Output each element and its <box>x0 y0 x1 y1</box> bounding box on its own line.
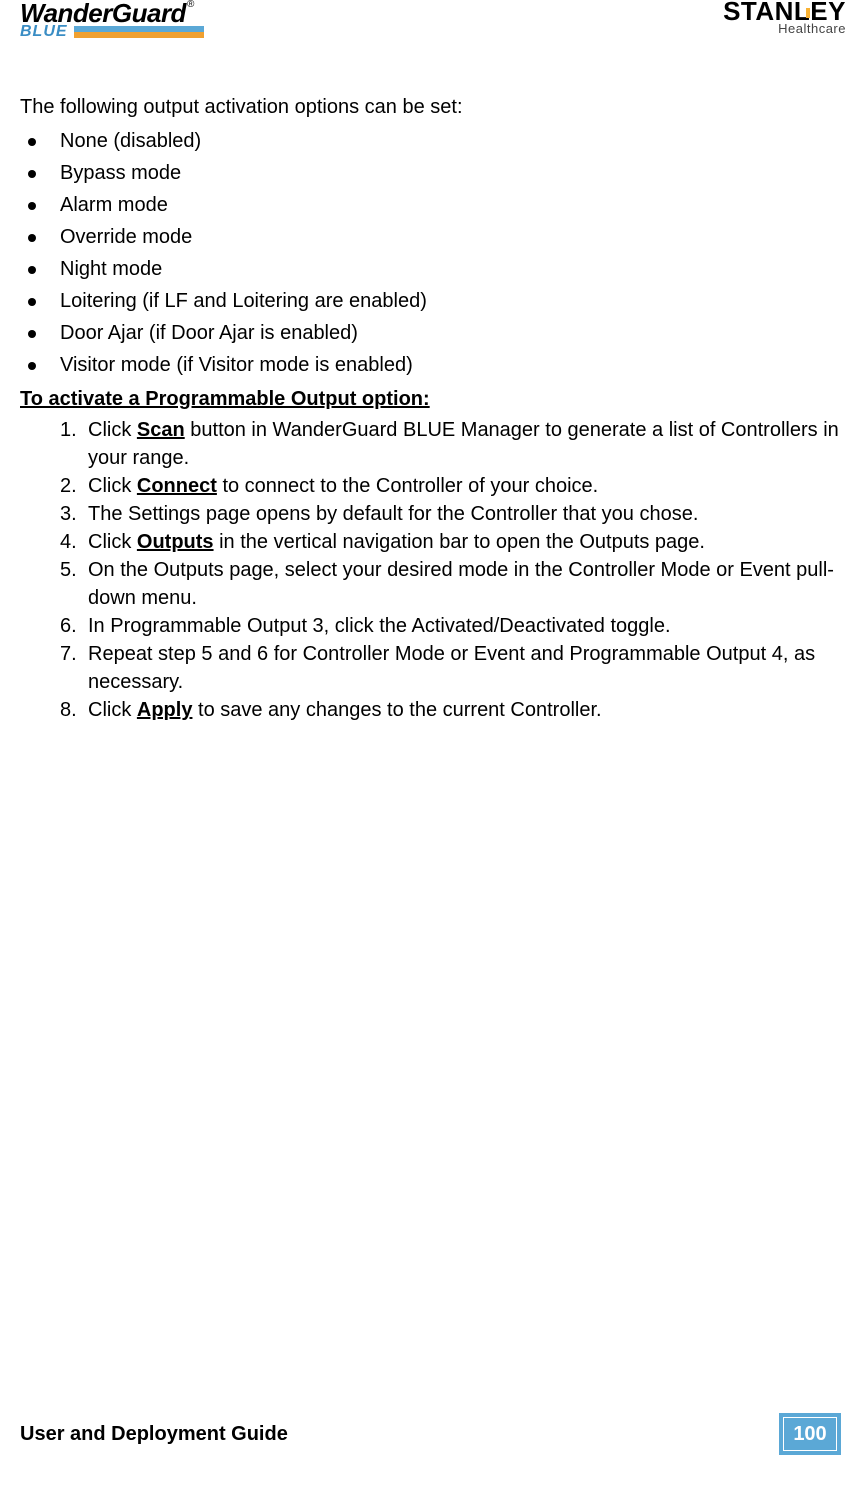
step-post: to save any changes to the current Contr… <box>192 699 601 721</box>
page-content: The following output activation options … <box>0 56 861 724</box>
intro-text: The following output activation options … <box>20 92 841 122</box>
step-item: Click Scan button in WanderGuard BLUE Ma… <box>60 416 841 472</box>
footer-title: User and Deployment Guide <box>20 1423 288 1446</box>
logo-stanley-healthcare: STANLEY Healthcare <box>723 0 846 35</box>
list-item: Loitering (if LF and Loitering are enabl… <box>20 286 841 316</box>
bullet-icon <box>28 330 36 338</box>
page-footer: User and Deployment Guide 100 <box>20 1413 841 1455</box>
list-item-label: None (disabled) <box>60 126 201 156</box>
list-item: Visitor mode (if Visitor mode is enabled… <box>20 350 841 380</box>
logo-notch-icon <box>806 8 810 18</box>
bullet-icon <box>28 138 36 146</box>
list-item: Night mode <box>20 254 841 284</box>
step-item: In Programmable Output 3, click the Acti… <box>60 612 841 640</box>
step-pre: Click <box>88 699 137 721</box>
bullet-icon <box>28 362 36 370</box>
step-item: On the Outputs page, select your desired… <box>60 556 841 612</box>
step-post: Repeat step 5 and 6 for Controller Mode … <box>88 643 815 693</box>
bullet-icon <box>28 266 36 274</box>
step-item: The Settings page opens by default for t… <box>60 500 841 528</box>
list-item-label: Visitor mode (if Visitor mode is enabled… <box>60 350 413 380</box>
step-post: The Settings page opens by default for t… <box>88 503 698 525</box>
list-item: Door Ajar (if Door Ajar is enabled) <box>20 318 841 348</box>
list-item: Override mode <box>20 222 841 252</box>
list-item-label: Override mode <box>60 222 192 252</box>
step-item: Click Apply to save any changes to the c… <box>60 696 841 724</box>
logo-stanley-text: STANLEY <box>723 0 846 23</box>
step-pre: Click <box>88 419 137 441</box>
bullet-icon <box>28 202 36 210</box>
logo-stanley-label: STANLEY <box>723 0 846 26</box>
step-bold: Outputs <box>137 531 214 553</box>
list-item: Bypass mode <box>20 158 841 188</box>
step-post: On the Outputs page, select your desired… <box>88 559 834 609</box>
list-item-label: Loitering (if LF and Loitering are enabl… <box>60 286 427 316</box>
logo-wanderguard-blue: WanderGuard ® BLUE <box>20 0 204 40</box>
bullet-icon <box>28 170 36 178</box>
section-heading: To activate a Programmable Output option… <box>20 384 841 414</box>
steps-list: Click Scan button in WanderGuard BLUE Ma… <box>20 416 841 724</box>
step-bold: Scan <box>137 419 185 441</box>
step-item: Repeat step 5 and 6 for Controller Mode … <box>60 640 841 696</box>
list-item: None (disabled) <box>20 126 841 156</box>
step-pre: Click <box>88 475 137 497</box>
step-post: button in WanderGuard BLUE Manager to ge… <box>88 419 839 469</box>
registered-icon: ® <box>187 0 194 10</box>
step-bold: Connect <box>137 475 217 497</box>
logo-blue-text: BLUE <box>20 24 68 40</box>
bullet-icon <box>28 298 36 306</box>
page-number-badge: 100 <box>779 1413 841 1455</box>
options-list: None (disabled) Bypass mode Alarm mode O… <box>20 126 841 380</box>
logo-blue-row: BLUE <box>20 24 204 40</box>
page-number: 100 <box>793 1423 826 1446</box>
bullet-icon <box>28 234 36 242</box>
list-item-label: Night mode <box>60 254 162 284</box>
page-header: WanderGuard ® BLUE STANLEY Healthcare <box>0 0 861 56</box>
step-item: Click Outputs in the vertical navigation… <box>60 528 841 556</box>
logo-color-bar-icon <box>74 26 204 38</box>
list-item-label: Door Ajar (if Door Ajar is enabled) <box>60 318 358 348</box>
step-post: In Programmable Output 3, click the Acti… <box>88 615 671 637</box>
step-post: in the vertical navigation bar to open t… <box>214 531 705 553</box>
step-post: to connect to the Controller of your cho… <box>217 475 598 497</box>
step-pre: Click <box>88 531 137 553</box>
step-bold: Apply <box>137 699 193 721</box>
step-item: Click Connect to connect to the Controll… <box>60 472 841 500</box>
list-item-label: Bypass mode <box>60 158 181 188</box>
list-item-label: Alarm mode <box>60 190 168 220</box>
list-item: Alarm mode <box>20 190 841 220</box>
